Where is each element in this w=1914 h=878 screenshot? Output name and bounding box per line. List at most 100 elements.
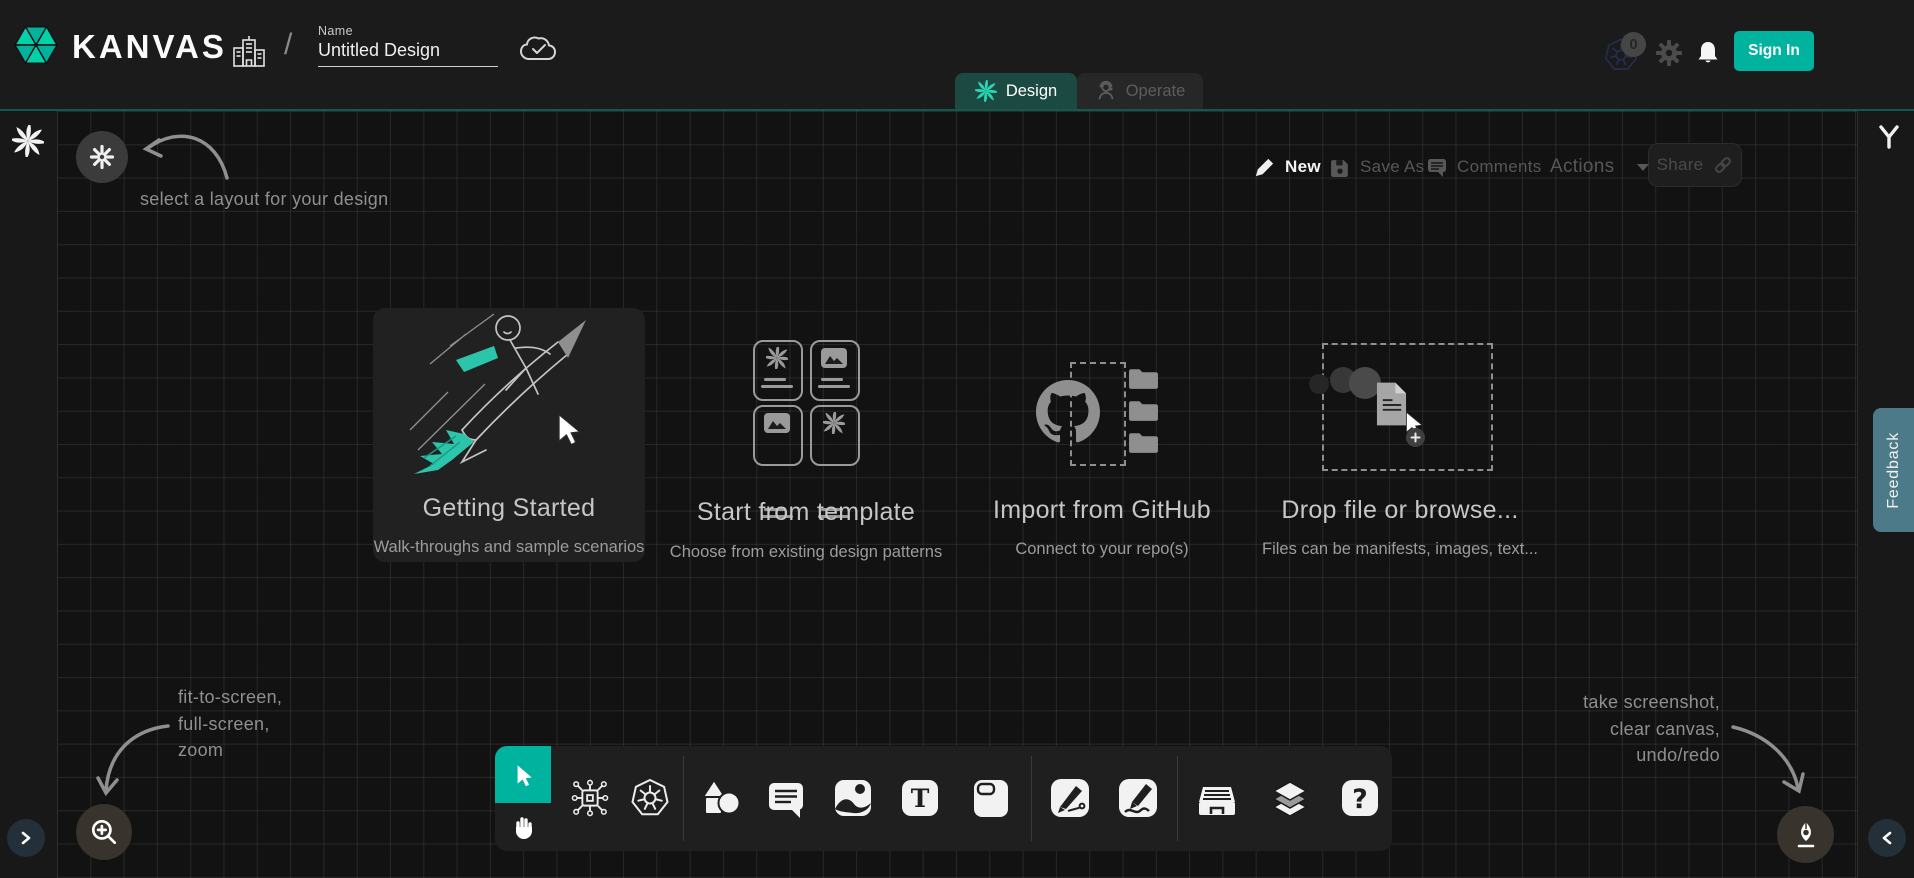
card-start-from-template[interactable] [753, 340, 859, 466]
kanvas-logo-icon [13, 22, 59, 68]
k8s-count-badge: 0 [1621, 32, 1646, 57]
select-tool[interactable] [495, 746, 551, 803]
organization-icon[interactable] [230, 33, 268, 69]
template-tile [753, 340, 803, 401]
design-spiral-icon [975, 80, 997, 102]
trail-circle [1309, 374, 1329, 394]
toolbar-divider [1031, 756, 1032, 841]
design-name-input[interactable] [318, 38, 498, 67]
canvas-actions-hint-text: take screenshot, clear canvas, undo/redo [1520, 689, 1720, 769]
github-icon [1036, 380, 1100, 444]
shapes-tool[interactable] [699, 776, 743, 820]
actions-dropdown[interactable]: Actions [1550, 151, 1649, 183]
repo-folder-icon [1128, 366, 1159, 391]
magnifier-plus-icon [89, 817, 119, 847]
text-tool[interactable]: T [898, 776, 942, 820]
pan-tool[interactable] [495, 803, 551, 851]
new-button[interactable]: New [1253, 151, 1321, 183]
repo-folder-icon [1128, 398, 1159, 423]
new-label: New [1285, 157, 1321, 177]
tab-operate-label: Operate [1126, 82, 1186, 101]
bottom-toolbar: T [495, 746, 1392, 851]
sign-in-button[interactable]: Sign In [1734, 31, 1814, 71]
card-template-subtitle: Choose from existing design patterns [656, 543, 956, 562]
chevron-left-icon [1879, 830, 1895, 846]
hint-line: undo/redo [1520, 742, 1720, 769]
feedback-label: Feedback [1885, 432, 1903, 509]
template-spiral-icon [823, 412, 845, 434]
card-getting-started-subtitle: Walk-throughs and sample scenarios [363, 538, 655, 557]
getting-started-illustration [390, 302, 630, 487]
meshery-spiral-icon[interactable] [12, 125, 44, 157]
template-spiral-icon [766, 347, 788, 369]
share-button[interactable]: Share [1648, 143, 1742, 187]
canvas-actions-hint-arrow [1722, 690, 1817, 802]
image-tool[interactable] [831, 776, 875, 820]
design-name-group: Name [318, 24, 498, 67]
y-shortcuts-icon[interactable] [1876, 124, 1902, 150]
save-icon [1330, 157, 1351, 178]
brand-title: KANVAS [72, 28, 227, 66]
notifications-bell-icon[interactable] [1695, 39, 1721, 66]
expand-left-panel-button[interactable] [7, 819, 45, 857]
add-file-badge [1406, 428, 1425, 447]
card-drop-title: Drop file or browse... [1264, 496, 1536, 525]
cloud-saved-icon [518, 33, 560, 65]
comments-icon [1426, 156, 1448, 178]
note-tool[interactable] [969, 776, 1013, 820]
share-link-icon [1713, 155, 1733, 175]
kubernetes-tool[interactable] [628, 776, 672, 820]
mode-tabs: Design Operate [955, 73, 1203, 109]
card-drop-subtitle: Files can be manifests, images, text... [1250, 540, 1550, 559]
comments-label: Comments [1457, 157, 1542, 177]
hint-line: zoom [178, 737, 282, 764]
save-as-button[interactable]: Save As [1330, 151, 1424, 183]
hint-line: full-screen, [178, 711, 282, 738]
pen-nib-icon [1791, 819, 1821, 851]
name-label: Name [318, 24, 498, 38]
select-cursor-icon [510, 762, 536, 788]
card-github-title: Import from GitHub [966, 496, 1238, 525]
component-tool[interactable] [568, 776, 612, 820]
svg-text:?: ? [1352, 784, 1368, 815]
layout-selector-button[interactable] [76, 131, 128, 183]
chevron-down-icon [1637, 164, 1649, 171]
template-tile [810, 340, 860, 401]
mouse-cursor [552, 412, 586, 446]
card-import-github[interactable] [1020, 350, 1190, 480]
zoom-hint-arrow [95, 690, 180, 805]
hint-line: take screenshot, [1520, 689, 1720, 716]
comments-button[interactable]: Comments [1426, 151, 1542, 183]
pencil-draw-tool[interactable] [1116, 776, 1160, 820]
card-drop-file[interactable] [1295, 340, 1505, 475]
feedback-button[interactable]: Feedback [1873, 408, 1914, 532]
help-tool[interactable]: ? [1338, 776, 1382, 820]
canvas-actions-button[interactable] [1777, 806, 1834, 863]
repo-folder-icon [1128, 430, 1159, 455]
tab-design-label: Design [1006, 82, 1057, 101]
zoom-controls-button[interactable] [76, 804, 132, 860]
template-image-icon [764, 413, 790, 433]
toolbar-divider [1177, 756, 1178, 841]
expand-right-panel-button[interactable] [1868, 819, 1906, 857]
pen-edit-tool[interactable] [1048, 776, 1092, 820]
layout-asterisk-icon [88, 143, 116, 171]
kanvas-app: KANVAS / Name [0, 0, 1914, 878]
breadcrumb-separator: / [284, 28, 292, 62]
drawer-tool[interactable] [1195, 776, 1239, 820]
hand-icon [510, 814, 536, 840]
template-image-icon [821, 348, 847, 368]
share-label: Share [1657, 155, 1704, 175]
k8s-context-switcher[interactable]: 0 [1602, 34, 1660, 76]
tab-operate[interactable]: Operate [1077, 73, 1203, 109]
card-github-subtitle: Connect to your repo(s) [966, 540, 1238, 559]
zoom-hint-text: fit-to-screen, full-screen, zoom [178, 684, 282, 764]
comment-tool[interactable] [764, 776, 808, 820]
pencil-new-icon [1253, 156, 1276, 179]
tab-design[interactable]: Design [955, 73, 1077, 109]
template-tile [810, 405, 860, 466]
card-getting-started-title: Getting Started [373, 494, 645, 523]
layout-hint-arrow [128, 112, 243, 192]
settings-gear-icon[interactable] [1656, 40, 1682, 66]
layers-tool[interactable] [1268, 776, 1312, 820]
